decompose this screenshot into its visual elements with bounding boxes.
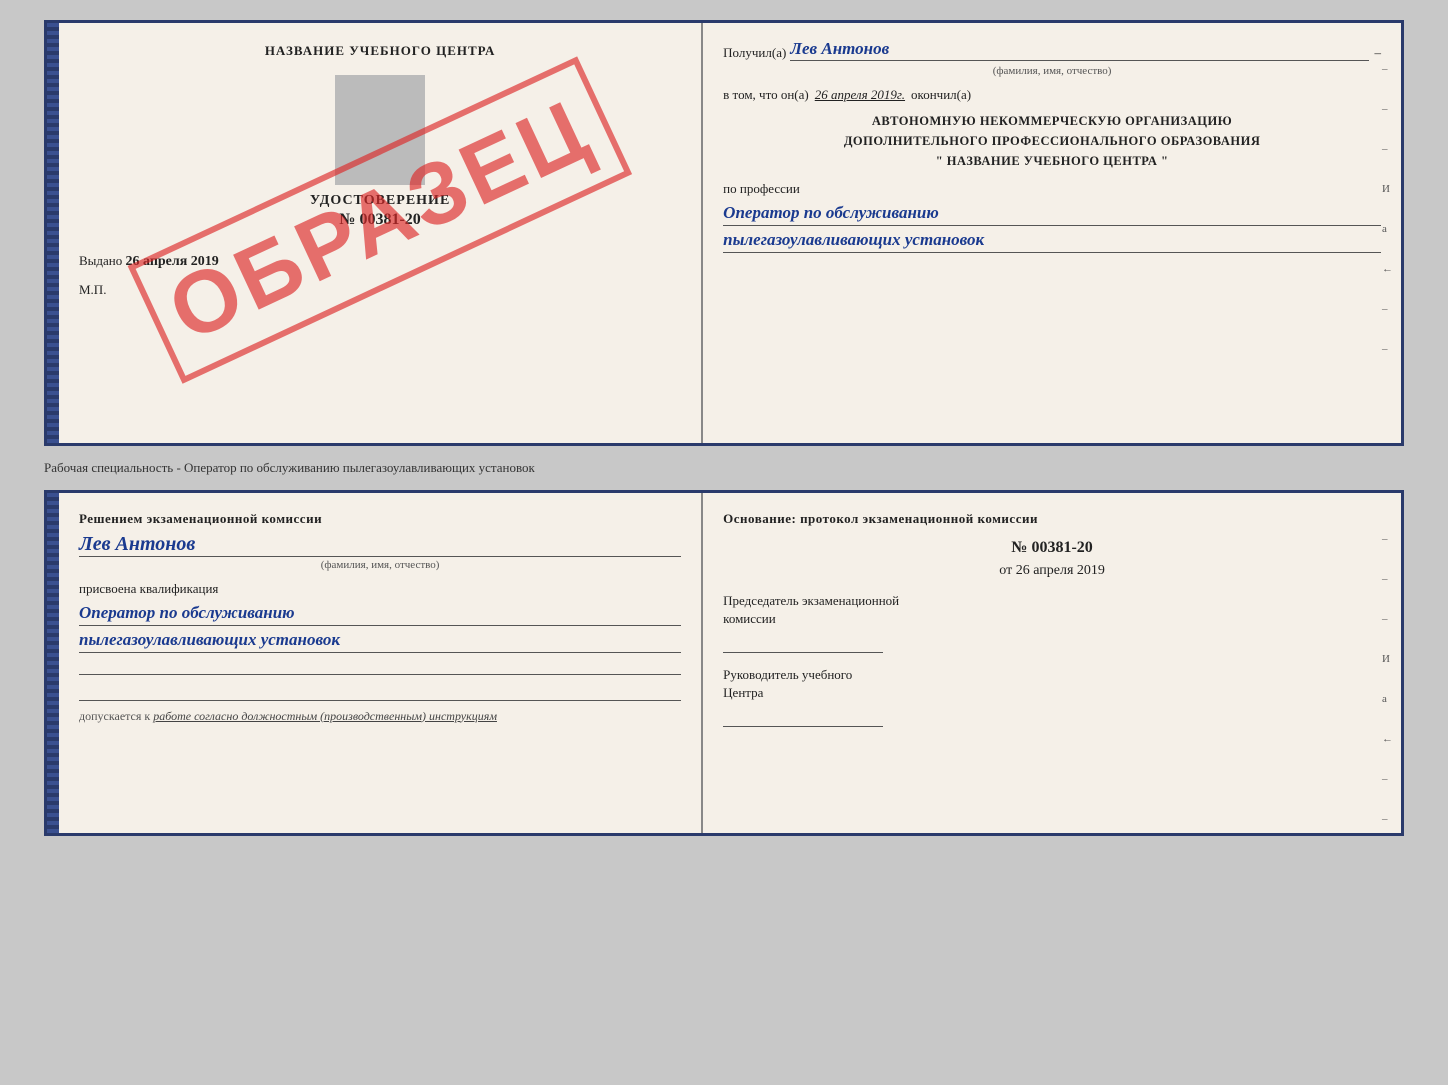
org-line2: ДОПОЛНИТЕЛЬНОГО ПРОФЕССИОНАЛЬНОГО ОБРАЗО…: [723, 131, 1381, 151]
org-name-line: " НАЗВАНИЕ УЧЕБНОГО ЦЕНТРА ": [723, 151, 1381, 171]
po-professii-label: по профессии: [723, 181, 1381, 197]
separator-text: Рабочая специальность - Оператор по обсл…: [44, 454, 1404, 482]
fio-subtext-top: (фамилия, имя, отчество): [723, 65, 1381, 77]
rukovoditel-signature-line: [723, 703, 883, 727]
profession-line2: пылегазоулавливающих установок: [723, 228, 1381, 253]
ot-date-value: 26 апреля 2019: [1016, 563, 1105, 578]
vtom-line: в том, что он(а) 26 апреля 2019г. окончи…: [723, 87, 1381, 103]
prisvoyena-label: присвоена квалификация: [79, 581, 681, 597]
org-line1: АВТОНОМНУЮ НЕКОММЕРЧЕСКУЮ ОРГАНИЗАЦИЮ: [723, 111, 1381, 131]
vtom-okoncil: окончил(а): [911, 87, 971, 103]
protokol-number: № 00381-20: [723, 539, 1381, 557]
org-quote-close: ": [1161, 154, 1168, 168]
br-right-margin-dashes: – – – И а ← – –: [1382, 533, 1393, 825]
predsedatel-label-line2: комиссии: [723, 611, 1381, 627]
bl-prof-line2: пылегазоулавливающих установок: [79, 628, 681, 653]
cert-right-page: Получил(а) Лев Антонов – (фамилия, имя, …: [703, 23, 1401, 443]
ot-date: от 26 апреля 2019: [723, 563, 1381, 579]
ot-label: от: [999, 563, 1012, 578]
bl-prof-line1: Оператор по обслуживанию: [79, 601, 681, 626]
org-quote-open: ": [936, 154, 943, 168]
cert-left-page: НАЗВАНИЕ УЧЕБНОГО ЦЕНТРА УДОСТОВЕРЕНИЕ №…: [59, 23, 703, 443]
vtom-label: в том, что он(а): [723, 87, 809, 103]
dash-after: –: [1375, 45, 1382, 61]
org-name: НАЗВАНИЕ УЧЕБНОГО ЦЕНТРА: [947, 154, 1158, 168]
dopuskaetsya-block: допускается к работе согласно должностны…: [79, 709, 681, 724]
poluchil-line: Получил(а) Лев Антонов –: [723, 39, 1381, 61]
poluchil-name: Лев Антонов: [790, 39, 1368, 61]
blank-line-2: [79, 681, 681, 701]
resheniem-header: Решением экзаменационной комиссии: [79, 511, 681, 527]
cert-school-name: НАЗВАНИЕ УЧЕБНОГО ЦЕНТРА: [79, 43, 681, 59]
bl-fio-sub: (фамилия, имя, отчество): [79, 559, 681, 571]
predsedatel-signature-line: [723, 629, 883, 653]
blank-line-1: [79, 655, 681, 675]
profession-line1: Оператор по обслуживанию: [723, 201, 1381, 226]
vydano-label: Выдано: [79, 253, 122, 268]
rukovoditel-label-line1: Руководитель учебного: [723, 667, 1381, 683]
dopuskaetsya-text: работе согласно должностным (производств…: [153, 709, 497, 723]
dopuskaetsya-prefix: допускается к: [79, 709, 150, 723]
poluchil-label: Получил(а): [723, 45, 786, 61]
osnovanie-header: Основание: протокол экзаменационной коми…: [723, 511, 1381, 527]
vtom-date: 26 апреля 2019г.: [815, 87, 905, 103]
org-block: АВТОНОМНУЮ НЕКОММЕРЧЕСКУЮ ОРГАНИЗАЦИЮ ДО…: [723, 111, 1381, 171]
bottom-spine: [47, 493, 59, 833]
bottom-left-page: Решением экзаменационной комиссии Лев Ан…: [59, 493, 703, 833]
bl-name-cursive: Лев Антонов: [79, 533, 681, 557]
rukovoditel-label-line2: Центра: [723, 685, 1381, 701]
predsedatel-label-line1: Председатель экзаменационной: [723, 593, 1381, 609]
bottom-right-page: Основание: протокол экзаменационной коми…: [703, 493, 1401, 833]
right-margin-dashes: – – – И а ← – –: [1382, 63, 1393, 355]
